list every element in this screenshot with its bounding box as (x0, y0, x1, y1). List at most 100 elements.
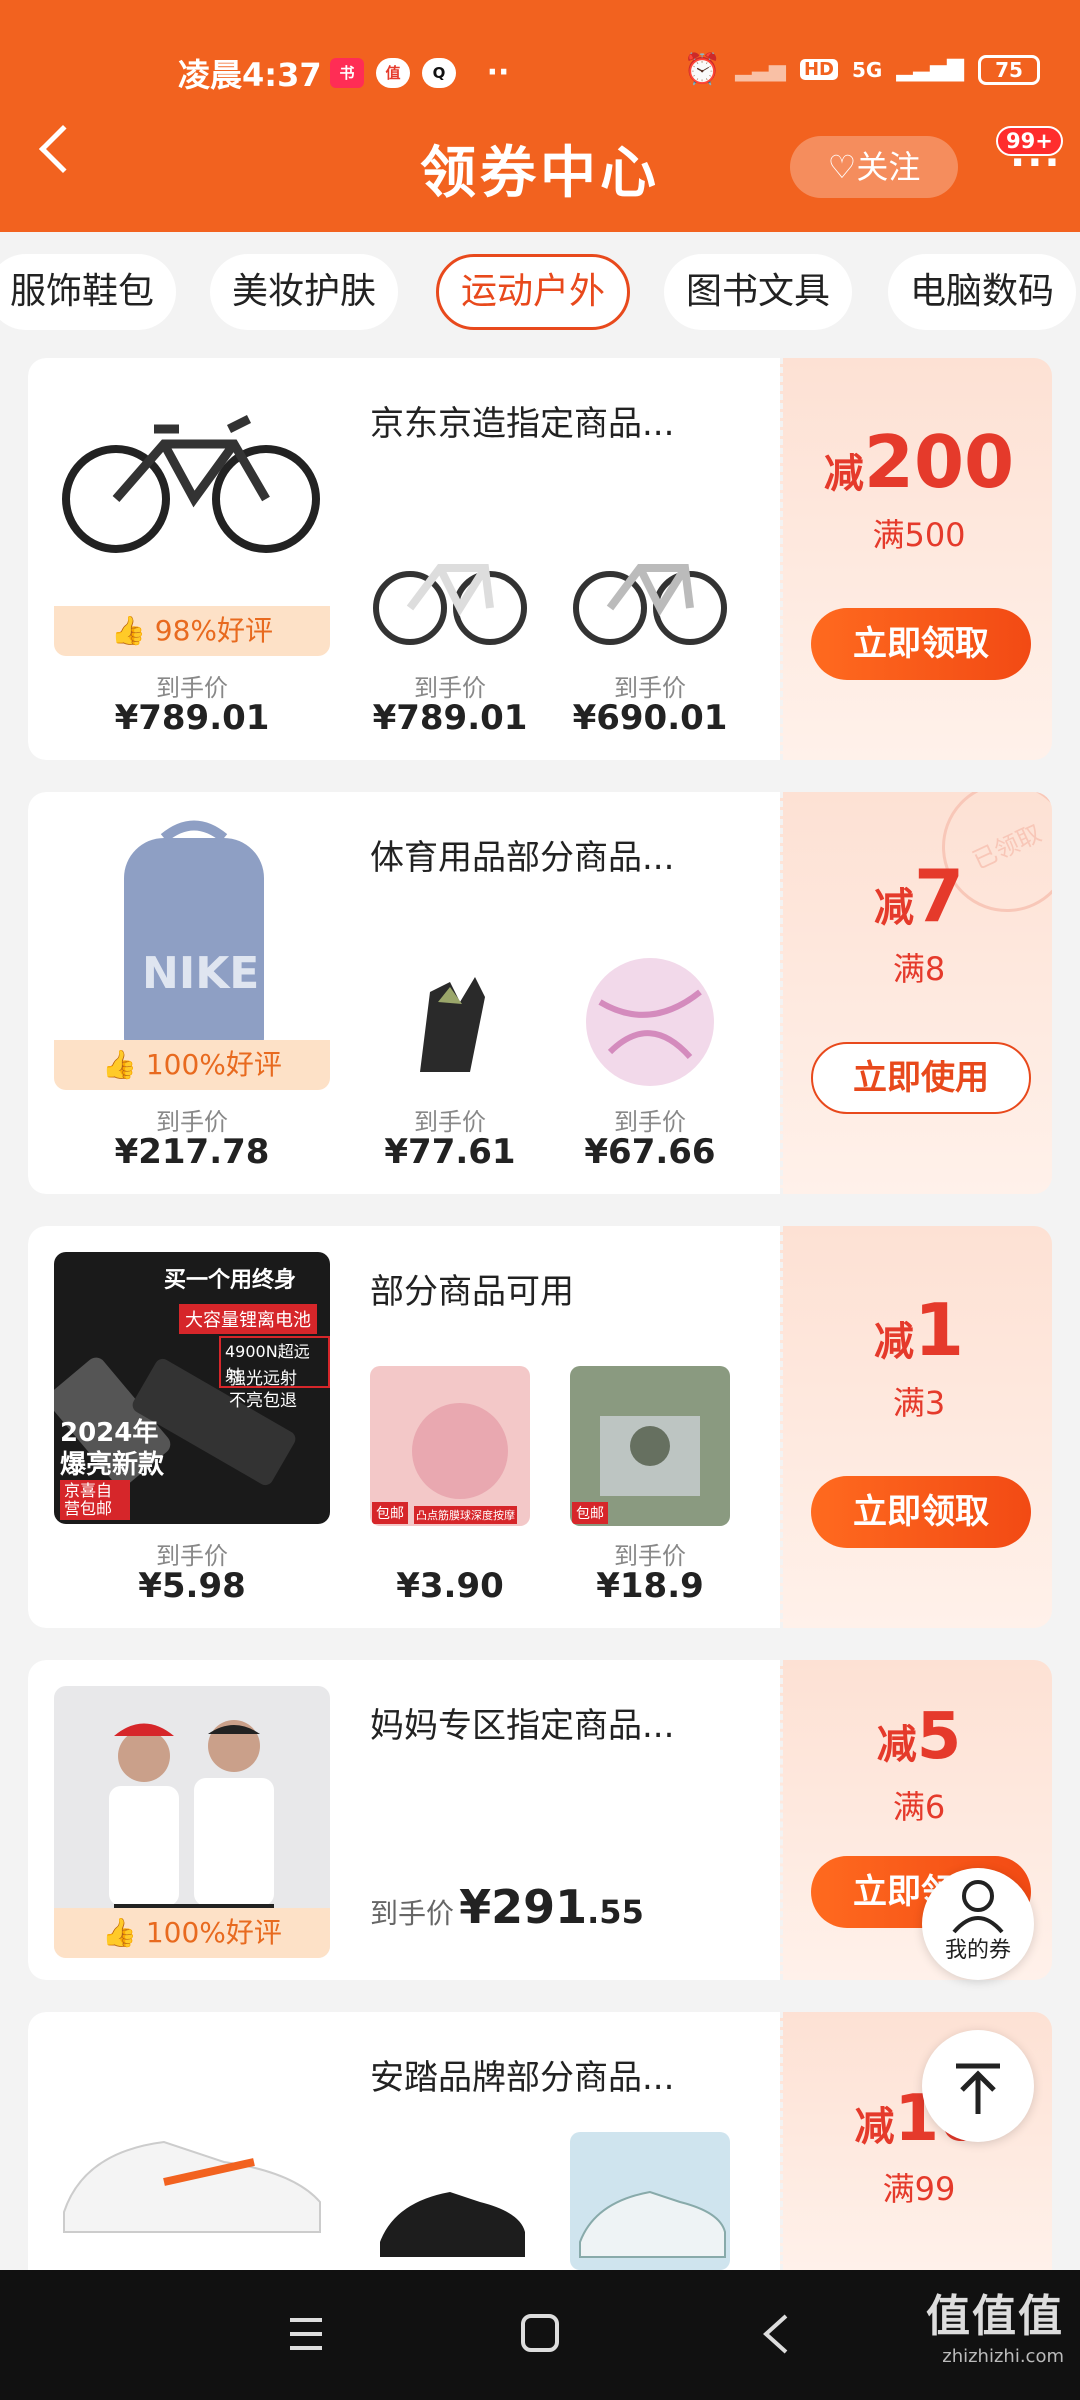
claim-button[interactable]: 立即领取 (811, 1476, 1031, 1548)
watermark-logo: 值值值 (926, 2291, 1064, 2342)
coupon-value-panel: 减200 满500 立即领取 (780, 358, 1052, 760)
tab-meizhuang[interactable]: 美妆护肤 (210, 254, 399, 330)
category-tabs: 服饰鞋包 美妆护肤 运动户外 图书文具 电脑数码 (0, 232, 1080, 352)
battery-icon: 75 (978, 54, 1040, 85)
product-image[interactable]: 👍 100%好评 (54, 1686, 330, 1958)
product-thumbnail[interactable]: 包邮 凸点筋膜球深度按摩 (370, 1366, 530, 1526)
coupon-condition: 满500 (872, 516, 966, 554)
coupon-condition: 满8 (892, 950, 946, 988)
product-image[interactable]: 👍 98%好评 (54, 384, 330, 656)
product-price-decimal: .55 (587, 1893, 644, 1931)
watermark-site: zhizhizhi.com (942, 2346, 1064, 2367)
coupon-title: 体育用品部分商品... (370, 838, 675, 878)
product-price: ¥789.01 (114, 698, 270, 738)
signal-icon: ▂▃▅ (735, 57, 786, 82)
product-thumbnail[interactable] (570, 942, 730, 1102)
product-price: ¥217.78 (114, 1132, 270, 1172)
sneaker-icon (63, 2140, 321, 2233)
product-price: ¥77.61 (384, 1132, 516, 1172)
xiaohongshu-icon: 书 (330, 58, 364, 88)
product-image[interactable]: NIKE 👍 100%好评 (54, 818, 330, 1090)
status-dots: ·· (486, 55, 510, 90)
zhi-icon: 值 (376, 58, 410, 88)
rating-badge: 👍 98%好评 (54, 606, 330, 656)
nav-buttons (290, 2314, 788, 2354)
alarm-icon: ⏰ (683, 52, 722, 87)
coupon-card: 妈妈专区指定商品... 👍 100%好评 到手价 ¥291.55 减5 满6 立… (28, 1660, 1052, 1980)
free-shipping-tag: 包邮 (572, 1502, 608, 1524)
status-right: ⏰ ▂▃▅ HD 5G ▂▃▅▇ 75 (684, 52, 1040, 87)
heart-icon: ♡ (827, 148, 857, 186)
product-thumbnail[interactable] (570, 2132, 730, 2270)
product-price: ¥5.98 (138, 1566, 246, 1606)
coupon-products: 妈妈专区指定商品... 👍 100%好评 到手价 ¥291.55 (28, 1660, 780, 1980)
header: 凌晨4:37 书 值 Q ·· ⏰ ▂▃▅ HD 5G ▂▃▅▇ 75 领券中心… (0, 0, 1080, 232)
message-badge: 99+ (996, 126, 1063, 156)
product-thumbnail[interactable] (570, 508, 730, 668)
user-icon (952, 1880, 1004, 1934)
back-to-top-button[interactable] (922, 2030, 1034, 2142)
coupon-products: 京东京造指定商品... 👍 98%好评 到手价 ¥789.01 到手价 ¥789… (28, 358, 780, 760)
product-price: ¥789.01 (372, 698, 528, 738)
glove-icon (420, 977, 485, 1072)
follow-button[interactable]: ♡关注 (790, 136, 958, 198)
rating-label: 100%好评 (145, 1916, 282, 1949)
signal-bars-icon: ▂▃▅▇ (896, 57, 964, 82)
use-button[interactable]: 立即使用 (811, 1042, 1031, 1114)
product-thumbnail[interactable] (370, 942, 530, 1102)
rating-badge: 👍 100%好评 (54, 1040, 330, 1090)
tab-fushi[interactable]: 服饰鞋包 (0, 254, 177, 330)
thumb-up-icon: 👍 (110, 614, 146, 647)
coupon-amount: 减200 (823, 420, 1015, 504)
coupon-products: 部分商品可用 买一个用终身 大容量锂离电池 4900N超远射 强光远射 不亮包退… (28, 1226, 780, 1628)
bicycle-icon (373, 564, 527, 645)
product-thumbnail[interactable] (370, 2132, 530, 2270)
home-icon[interactable] (521, 2314, 559, 2352)
product-price: ¥690.01 (572, 698, 728, 738)
coupon-title: 妈妈专区指定商品... (370, 1706, 675, 1746)
product-image[interactable] (54, 2072, 330, 2270)
rating-badge: 👍 100%好评 (54, 1908, 330, 1958)
price-row: 到手价 ¥291.55 (370, 1880, 644, 1934)
product-image[interactable]: 买一个用终身 大容量锂离电池 4900N超远射 强光远射 不亮包退 2024年 … (54, 1252, 330, 1524)
product-price: ¥3.90 (396, 1566, 504, 1606)
coupon-card: 京东京造指定商品... 👍 98%好评 到手价 ¥789.01 到手价 ¥789… (28, 358, 1052, 760)
coupon-card: 体育用品部分商品... NIKE 👍 100%好评 到手价 ¥217.78 到手… (28, 792, 1052, 1194)
more-icon[interactable]: ··· (1010, 143, 1062, 183)
svg-text:NIKE: NIKE (142, 948, 259, 999)
ad-line5: 不亮包退 (229, 1391, 297, 1411)
ad-slogan: 爆亮新款 (60, 1450, 165, 1480)
coupon-amount: 减7 (873, 854, 965, 938)
tab-tushu[interactable]: 图书文具 (664, 254, 853, 330)
product-thumbnail[interactable] (370, 508, 530, 668)
system-nav-bar (0, 2270, 1080, 2400)
coupon-condition: 满3 (892, 1384, 946, 1422)
coupon-title: 京东京造指定商品... (370, 404, 675, 444)
my-coupons-button[interactable]: 我的券 (922, 1868, 1034, 1980)
tab-yundong[interactable]: 运动户外 (436, 254, 631, 330)
arrow-up-icon (956, 2063, 1000, 2114)
coupon-card: 安踏品牌部分商品... 减10 满99 (28, 2012, 1052, 2270)
rating-label: 100%好评 (145, 1048, 282, 1081)
rating-label: 98%好评 (154, 614, 274, 647)
product-price: ¥18.9 (596, 1566, 704, 1606)
coupon-title: 部分商品可用 (370, 1272, 574, 1312)
product-price: ¥67.66 (584, 1132, 716, 1172)
coupon-card: 部分商品可用 买一个用终身 大容量锂离电池 4900N超远射 强光远射 不亮包退… (28, 1226, 1052, 1628)
menu-icon[interactable] (290, 2318, 322, 2350)
thumb-up-icon: 👍 (102, 1048, 137, 1081)
thumb-caption: 凸点筋膜球深度按摩 (414, 1506, 517, 1524)
hd-icon: HD (799, 59, 838, 80)
coupon-title: 安踏品牌部分商品... (370, 2058, 675, 2098)
network-label: 5G (851, 57, 883, 82)
price-label: 到手价 (370, 1897, 455, 1930)
tab-diannao[interactable]: 电脑数码 (888, 254, 1077, 330)
product-thumbnail[interactable]: 包邮 (570, 1366, 730, 1526)
coupon-condition: 满99 (882, 2170, 956, 2208)
back-icon[interactable] (763, 2314, 788, 2354)
claim-button[interactable]: 立即领取 (811, 608, 1031, 680)
coupon-products: 安踏品牌部分商品... (28, 2012, 780, 2270)
my-coupons-label: 我的券 (944, 1938, 1011, 1963)
coupon-value-panel: 减1 满3 立即领取 (780, 1226, 1052, 1628)
basketball-icon (586, 958, 714, 1086)
